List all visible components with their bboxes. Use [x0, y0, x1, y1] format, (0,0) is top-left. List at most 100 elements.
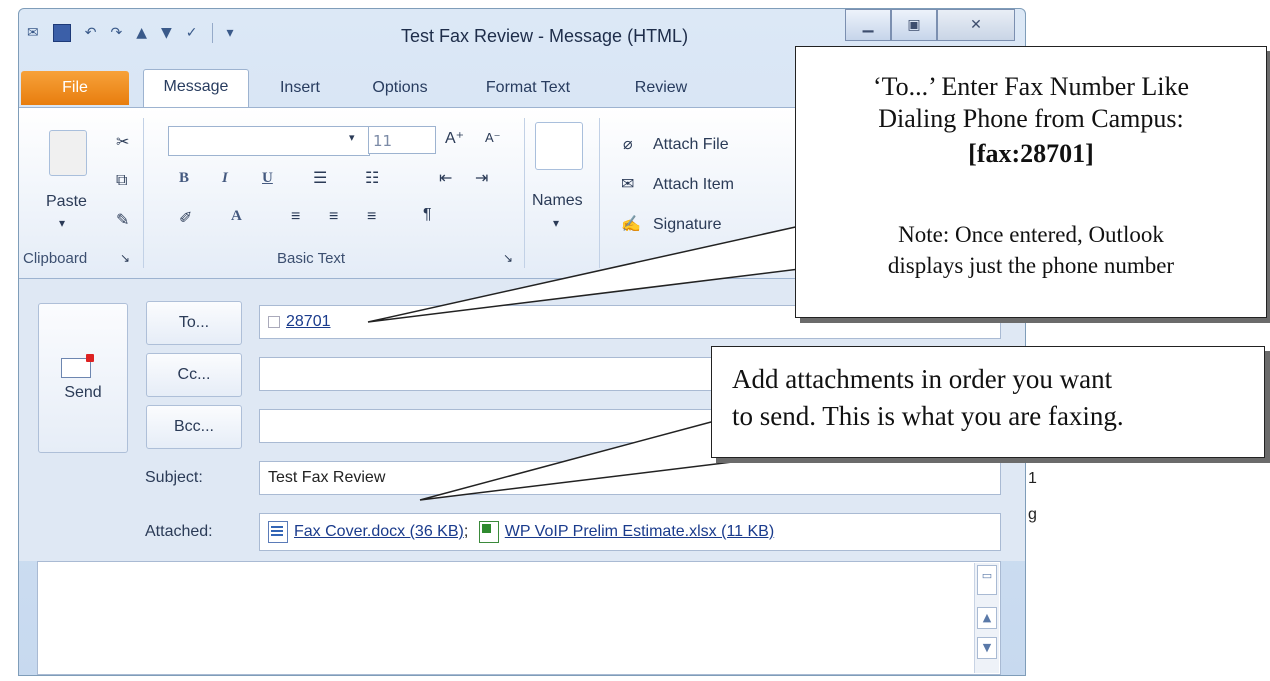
to-callout-text: ‘To...’ Enter Fax Number Like Dialing Ph…: [796, 71, 1266, 135]
redo-icon[interactable]: ↷: [110, 25, 122, 41]
attachment-link[interactable]: Fax Cover.docx (36 KB): [294, 523, 464, 540]
to-callout-line3: [fax:28701]: [968, 139, 1094, 168]
scroll-down-arrow-icon[interactable]: ▼: [977, 637, 997, 659]
scroll-up-arrow-icon[interactable]: ▲: [977, 607, 997, 629]
ribbon-separator: [599, 118, 600, 268]
attach-callout-text: Add attachments in order you want to sen…: [732, 361, 1252, 435]
cut-icon[interactable]: ✂: [116, 132, 129, 152]
paperclip-icon: ⌀: [623, 136, 633, 153]
bcc-button[interactable]: Bcc...: [146, 405, 242, 449]
to-button[interactable]: To...: [146, 301, 242, 345]
tab-insert[interactable]: Insert: [265, 71, 335, 105]
attach-item-button[interactable]: Attach Item: [653, 176, 734, 194]
clipboard-group-label: Clipboard: [23, 250, 88, 267]
subject-label: Subject:: [145, 469, 203, 486]
attach-file-button[interactable]: Attach File: [653, 136, 729, 154]
spelling-icon[interactable]: ✓: [186, 25, 198, 41]
tab-review[interactable]: Review: [619, 71, 703, 105]
minimize-button[interactable]: ▁: [845, 9, 891, 41]
attachment-link[interactable]: WP VoIP Prelim Estimate.xlsx (11 KB): [505, 523, 774, 540]
to-callout-note1: Note: Once entered, Outlook: [898, 222, 1164, 247]
send-envelope-icon: [61, 354, 94, 378]
decrease-indent-icon[interactable]: ⇤: [439, 168, 452, 188]
to-callout-note2: displays just the phone number: [887, 253, 1175, 278]
tab-file[interactable]: File: [21, 71, 129, 105]
address-book-icon[interactable]: [535, 122, 583, 170]
to-recipient[interactable]: 28701: [286, 313, 331, 330]
italic-icon[interactable]: I: [222, 170, 228, 187]
qat-separator: [211, 23, 213, 43]
font-name-select[interactable]: [168, 126, 370, 156]
attach-item-icon: ✉: [621, 176, 635, 193]
message-body[interactable]: ▭ ▲ ▼: [37, 561, 1001, 675]
minimize-icon: ▁: [862, 17, 874, 33]
maximize-icon: ▣: [907, 17, 921, 33]
paste-dropdown-icon[interactable]: ▾: [59, 216, 65, 230]
ribbon-separator: [143, 118, 144, 268]
attach-callout-line1: Add attachments in order you want: [732, 364, 1113, 394]
cc-button[interactable]: Cc...: [146, 353, 242, 397]
signature-button[interactable]: Signature: [653, 216, 722, 234]
format-painter-icon[interactable]: ✎: [116, 210, 129, 230]
attached-label: Attached:: [145, 523, 213, 540]
align-left-icon[interactable]: ≡: [291, 208, 300, 226]
send-label: Send: [64, 384, 102, 401]
background-text-fragment: g: [1028, 506, 1037, 523]
font-name-dropdown-icon[interactable]: ▾: [349, 131, 355, 144]
grow-font-icon[interactable]: A⁺: [445, 128, 464, 148]
customize-qat-icon[interactable]: ▾: [227, 25, 234, 41]
send-button[interactable]: Send: [38, 303, 128, 453]
bullets-icon[interactable]: ☰: [313, 168, 327, 188]
subject-field[interactable]: Test Fax Review: [259, 461, 1001, 495]
background-text-fragment: 1: [1028, 470, 1037, 487]
window-title: Test Fax Review - Message (HTML): [401, 26, 689, 46]
to-callout-note: Note: Once entered, Outlook displays jus…: [796, 219, 1266, 281]
to-callout-line2: Dialing Phone from Campus:: [878, 104, 1184, 133]
clipboard-icon: [49, 130, 87, 176]
copy-icon[interactable]: ⧉: [116, 172, 127, 190]
shrink-font-icon[interactable]: A⁻: [485, 130, 501, 146]
recipient-checkbox-icon: [268, 315, 280, 328]
up-arrow-icon[interactable]: ▲: [136, 25, 147, 41]
attachment-separator: ;: [463, 523, 469, 540]
increase-indent-icon[interactable]: ⇥: [475, 168, 488, 188]
highlight-icon[interactable]: ✐: [179, 208, 192, 228]
basic-text-launcher-icon[interactable]: ↘: [503, 251, 513, 265]
down-arrow-icon[interactable]: ▼: [161, 25, 172, 41]
font-size-select[interactable]: 11: [368, 126, 436, 154]
tab-format-text[interactable]: Format Text: [465, 71, 591, 105]
rich-text-toggle-icon[interactable]: ▭: [977, 565, 997, 595]
signature-icon: ✍: [621, 216, 641, 233]
font-color-icon[interactable]: A: [231, 208, 242, 225]
window-controls: ▁ ▣ ✕: [845, 9, 1015, 41]
maximize-button[interactable]: ▣: [891, 9, 937, 41]
word-document-icon: [268, 520, 288, 543]
align-center-icon[interactable]: ≡: [329, 208, 338, 226]
bold-icon[interactable]: B: [179, 170, 189, 187]
names-dropdown-icon[interactable]: ▾: [553, 216, 559, 230]
vertical-scrollbar[interactable]: ▭ ▲ ▼: [974, 563, 999, 673]
to-callout-line1: ‘To...’ Enter Fax Number Like: [872, 72, 1190, 101]
attachments-callout: Add attachments in order you want to sen…: [711, 346, 1265, 458]
attach-callout-line2: to send. This is what you are faxing.: [732, 401, 1124, 431]
align-right-icon[interactable]: ≡: [367, 208, 376, 226]
close-button[interactable]: ✕: [937, 9, 1015, 41]
paste-button[interactable]: Paste: [46, 193, 87, 211]
styles-icon[interactable]: ¶: [423, 206, 432, 224]
outlook-app-icon[interactable]: ✉: [27, 25, 39, 41]
ribbon-separator: [524, 118, 525, 268]
close-icon: ✕: [970, 17, 982, 33]
attachments-field: Fax Cover.docx (36 KB); WP VoIP Prelim E…: [259, 513, 1001, 551]
to-field-callout: ‘To...’ Enter Fax Number Like Dialing Ph…: [795, 46, 1267, 318]
tab-options[interactable]: Options: [355, 71, 445, 105]
save-icon[interactable]: [52, 24, 71, 42]
numbering-icon[interactable]: ☷: [365, 168, 379, 188]
tab-message[interactable]: Message: [143, 69, 249, 108]
names-button[interactable]: Names: [532, 192, 583, 210]
underline-icon[interactable]: U: [262, 170, 273, 187]
clipboard-launcher-icon[interactable]: ↘: [120, 251, 130, 265]
quick-access-toolbar: ✉ ↶ ↷ ▲ ▼ ✓ ▾: [27, 23, 234, 43]
basic-text-group-label: Basic Text: [277, 250, 346, 267]
excel-document-icon: [478, 520, 499, 543]
undo-icon[interactable]: ↶: [85, 25, 97, 41]
